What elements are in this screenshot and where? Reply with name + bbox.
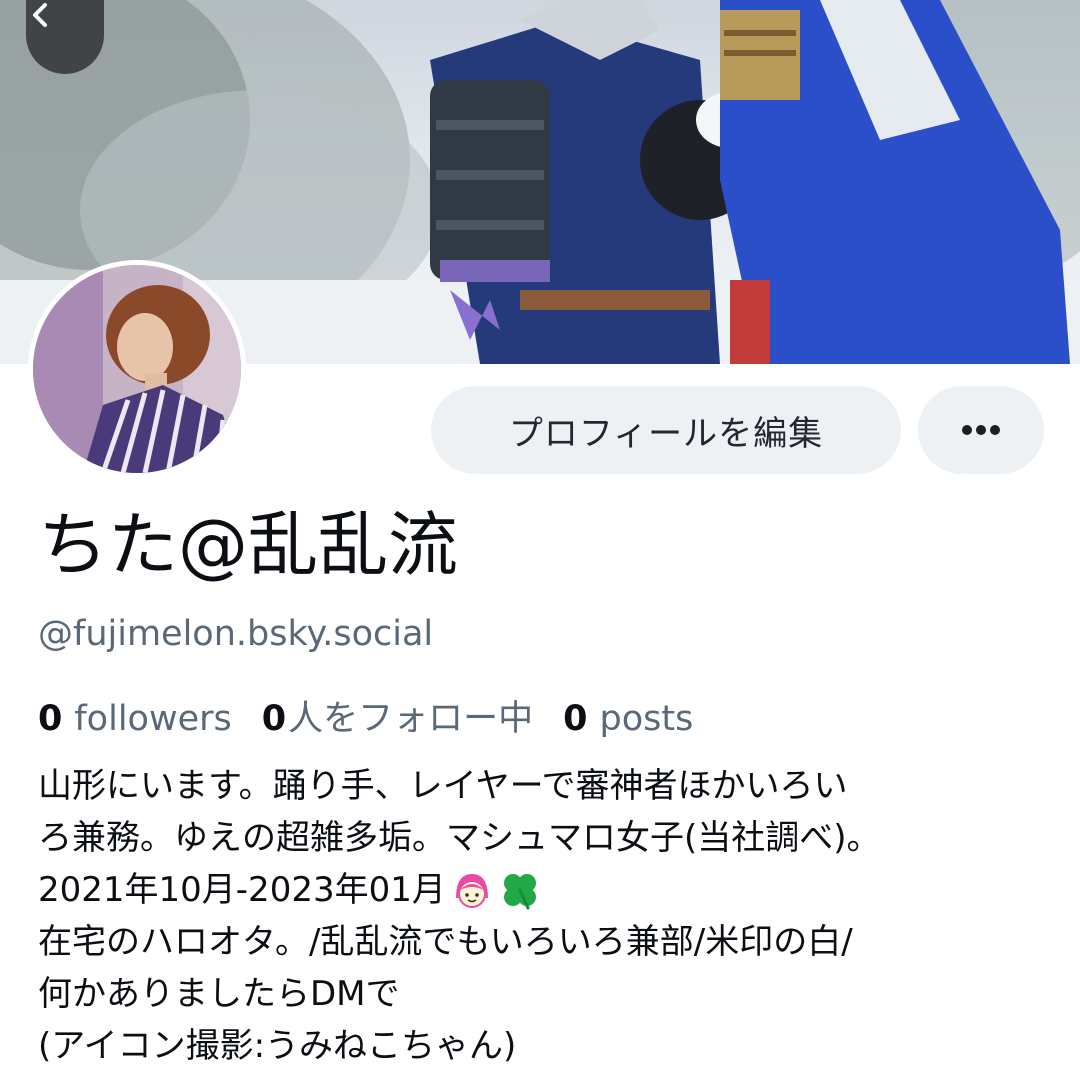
bio-line: (アイコン撮影:うみねこちゃん) [38, 1026, 517, 1066]
edit-profile-button[interactable]: プロフィールを編集 [431, 386, 901, 474]
bio-line: 山形にいます。踊り手、レイヤーで審神者ほかいろい [38, 766, 848, 806]
posts-count: 0 [563, 699, 588, 739]
girl-emoji [455, 874, 488, 908]
followers-stat[interactable]: 0 followers [38, 699, 232, 739]
bio-dates: 2021年10月-2023年01月 [38, 870, 446, 910]
avatar-image [33, 265, 241, 473]
bio-line: ろ兼務。ゆえの超雑多垢。マシュマロ女子(当社調べ)。 [38, 818, 881, 858]
following-label: 人をフォロー中 [288, 699, 534, 739]
ellipsis-icon [960, 425, 1002, 435]
profile-screen: プロフィールを編集 ちた@乱乱流 @fujimelon.bsky.social … [0, 0, 1080, 1080]
posts-label: posts [599, 699, 694, 739]
followers-count: 0 [38, 699, 63, 739]
profile-stats: 0 followers 0 人をフォロー中 0 posts [38, 690, 723, 741]
avatar[interactable] [28, 260, 246, 478]
following-stat[interactable]: 0 人をフォロー中 [262, 690, 533, 741]
profile-bio: 山形にいます。踊り手、レイヤーで審神者ほかいろい ろ兼務。ゆえの超雑多垢。マシュ… [38, 760, 1058, 1072]
bio-line: 在宅のハロオタ。/乱乱流でもいろいろ兼部/米印の白/ [38, 922, 853, 962]
bio-line: 何かありましたらDMで [38, 974, 400, 1014]
bio-line: 2021年10月-2023年01月 [38, 864, 1058, 916]
following-count: 0 [261, 699, 287, 739]
four-leaf-clover-emoji [503, 874, 536, 910]
chevron-left-icon [33, 3, 47, 27]
profile-handle: @fujimelon.bsky.social [38, 614, 434, 654]
display-name: ちた@乱乱流 [38, 504, 458, 586]
followers-label: followers [74, 699, 232, 739]
posts-stat: 0 posts [563, 699, 693, 739]
more-options-button[interactable] [918, 386, 1044, 474]
